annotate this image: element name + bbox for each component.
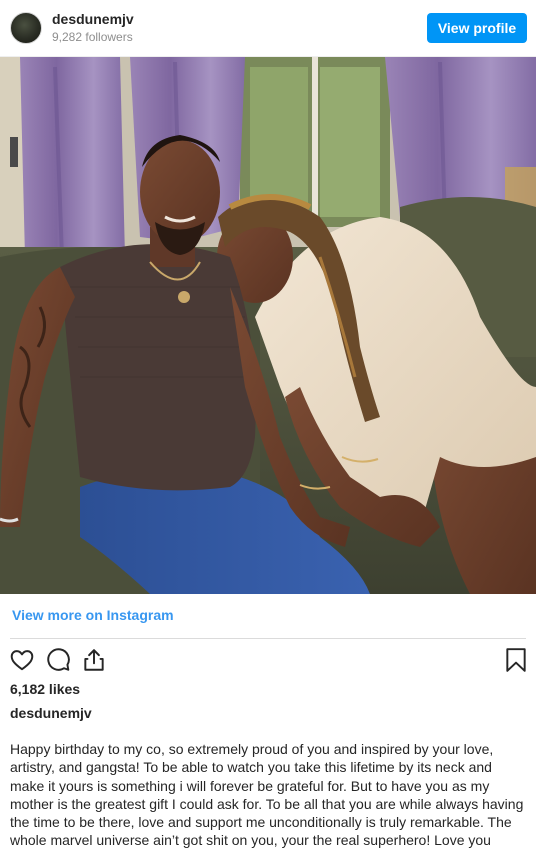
instagram-embed: desdunemjv 9,282 followers View profile (0, 0, 536, 850)
view-more-on-instagram-link[interactable]: View more on Instagram (12, 607, 174, 623)
avatar[interactable] (10, 12, 42, 44)
followers-count: 9,282 followers (52, 30, 133, 44)
caption-username-link[interactable]: desdunemjv (10, 705, 92, 721)
share-icon[interactable] (80, 646, 108, 674)
comment-icon[interactable] (44, 646, 72, 674)
action-bar (8, 646, 530, 674)
heart-icon[interactable] (8, 646, 36, 674)
user-info: desdunemjv 9,282 followers (52, 11, 134, 45)
likes-count[interactable]: 6,182 likes (10, 681, 80, 697)
divider (10, 638, 526, 639)
bookmark-icon[interactable] (502, 646, 530, 674)
post-photo-image (0, 57, 536, 594)
view-profile-button[interactable]: View profile (427, 13, 527, 43)
post-photo[interactable] (0, 57, 536, 594)
username-link[interactable]: desdunemjv (52, 11, 134, 28)
post-caption: Happy birthday to my co, so extremely pr… (10, 741, 524, 849)
post-header: desdunemjv 9,282 followers View profile (0, 0, 536, 57)
